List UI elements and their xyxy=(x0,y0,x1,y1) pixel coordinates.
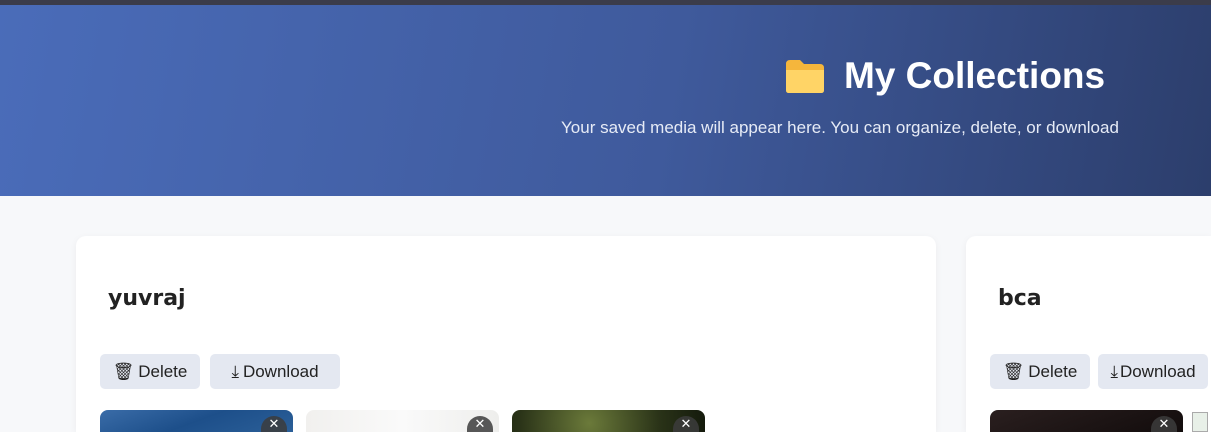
download-icon: ⤓ xyxy=(1110,361,1118,381)
media-thumbnail[interactable]: ✕ xyxy=(512,410,705,432)
page-subtitle: Your saved media will appear here. You c… xyxy=(561,118,1119,137)
delete-button[interactable]: 🗑 Delete xyxy=(100,354,200,389)
broken-image-icon xyxy=(1192,412,1208,432)
remove-media-button[interactable]: ✕ xyxy=(673,416,699,432)
trash-icon: 🗑 xyxy=(112,361,135,381)
page-header: My Collections Your saved media will app… xyxy=(0,5,1211,196)
media-thumbnail[interactable]: ✕ xyxy=(100,410,293,432)
download-icon: ⤓ xyxy=(231,361,239,381)
download-button[interactable]: ⤓ Download xyxy=(210,354,340,389)
remove-media-button[interactable]: ✕ xyxy=(1151,416,1177,432)
remove-media-button[interactable]: ✕ xyxy=(467,416,493,432)
folder-icon xyxy=(786,60,824,93)
media-thumbnail[interactable]: ✕ xyxy=(990,410,1183,432)
collection-name: yuvraj xyxy=(108,286,186,311)
trash-icon: 🗑 xyxy=(1002,361,1025,381)
page-title: My Collections xyxy=(784,55,1105,97)
download-button[interactable]: ⤓ Download xyxy=(1098,354,1208,389)
media-thumbnail[interactable]: ✕ xyxy=(306,410,499,432)
collection-name: bca xyxy=(998,286,1042,311)
collection-card: bca 🗑 Delete ⤓ Download ✕ xyxy=(966,236,1211,432)
delete-button[interactable]: 🗑 Delete xyxy=(990,354,1090,389)
remove-media-button[interactable]: ✕ xyxy=(261,416,287,432)
collection-card: yuvraj 🗑 Delete ⤓ Download ✕ ✕ ✕ xyxy=(76,236,936,432)
